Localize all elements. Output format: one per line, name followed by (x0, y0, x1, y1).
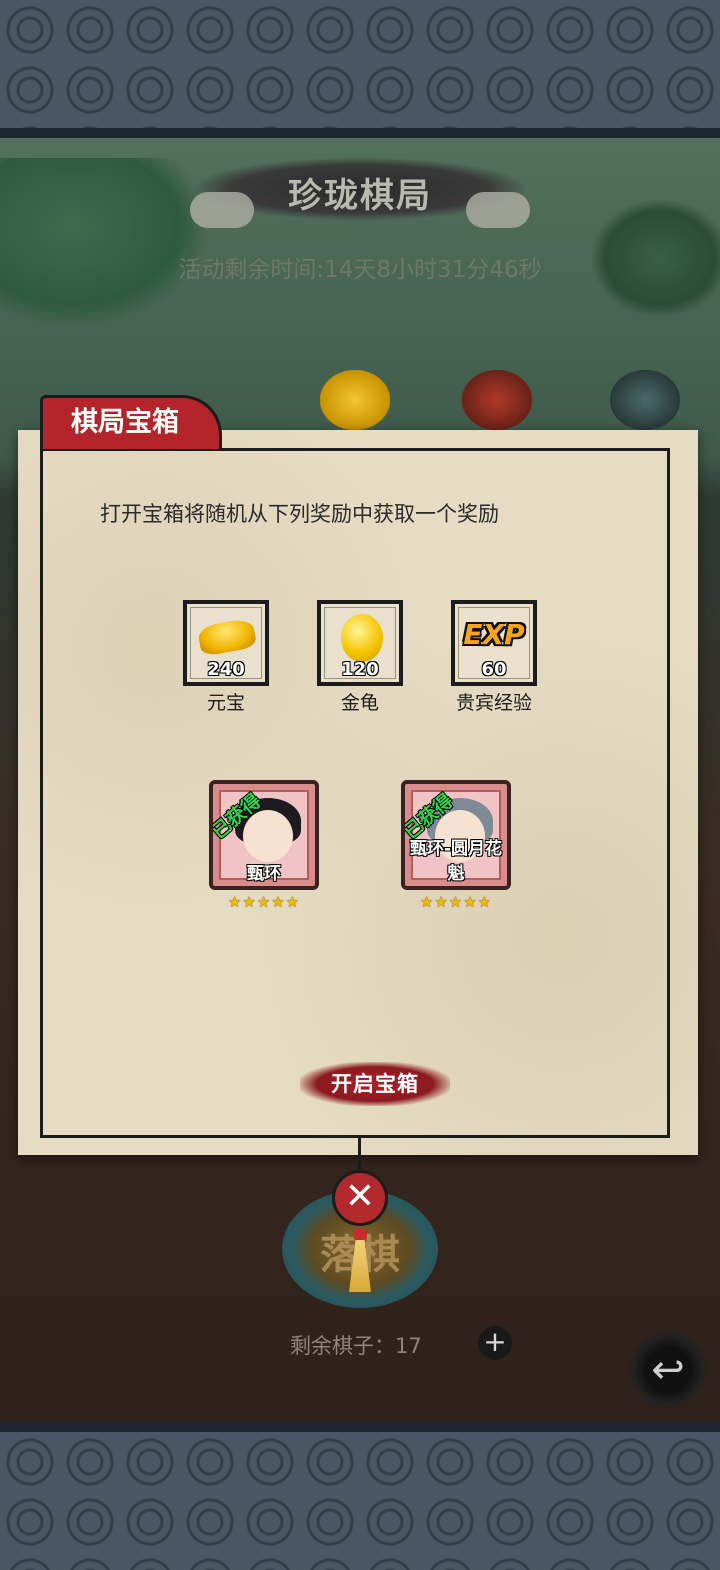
open-chest-button[interactable]: 开启宝箱 (300, 1062, 450, 1106)
hero-card[interactable]: 已获得 甄环-圆月花魁 ★★★★★ (401, 780, 511, 911)
reward-box: 120 (317, 600, 403, 686)
hero-portrait: 已获得 甄环-圆月花魁 (401, 780, 511, 890)
hero-name: 甄环-圆月花魁 (409, 839, 503, 884)
reward-box: EXP 60 (451, 600, 537, 686)
modal-title-tab: 棋局宝箱 (40, 395, 222, 449)
reward-item[interactable]: EXP 60 贵宾经验 (451, 600, 537, 715)
bottom-pattern-border (0, 1422, 720, 1570)
reward-quantity: 120 (341, 659, 379, 680)
shelf-incense-icon (610, 370, 680, 430)
close-button[interactable]: ✕ (332, 1170, 388, 1226)
page-title: 珍珑棋局 (288, 176, 432, 216)
top-pattern-border (0, 0, 720, 138)
shelf-scroll-icon (462, 370, 532, 430)
add-pieces-button[interactable]: + (478, 1326, 512, 1360)
hero-name: 甄环 (247, 864, 281, 884)
reward-item[interactable]: 240 元宝 (183, 600, 269, 715)
reward-name: 贵宾经验 (455, 692, 532, 714)
remaining-pieces: 剩余棋子：17 (290, 1334, 422, 1358)
hero-card[interactable]: 已获得 甄环 ★★★★★ (209, 780, 319, 911)
reward-quantity: 60 (481, 659, 507, 680)
hero-stars: ★★★★★ (419, 893, 493, 911)
hero-stars: ★★★★★ (227, 893, 301, 911)
reward-name: 金龟 (340, 692, 379, 714)
shelf-ingot-icon (320, 370, 390, 430)
tassel-bead-icon (353, 1228, 367, 1242)
golden-turtle-icon (341, 614, 383, 662)
reward-name: 元宝 (206, 692, 245, 714)
chest-modal-frame (40, 448, 670, 1138)
reward-quantity: 240 (207, 659, 245, 680)
event-timer: 活动剩余时间:14天8小时31分46秒 (178, 257, 542, 283)
modal-description: 打开宝箱将随机从下列奖励中获取一个奖励 (100, 502, 499, 526)
exp-icon: EXP (463, 618, 525, 651)
reward-box: 240 (183, 600, 269, 686)
hero-portrait: 已获得 甄环 (209, 780, 319, 890)
back-button[interactable]: ↩ (628, 1330, 708, 1410)
reward-item[interactable]: 120 金龟 (317, 600, 403, 715)
hanging-string (358, 1138, 361, 1170)
